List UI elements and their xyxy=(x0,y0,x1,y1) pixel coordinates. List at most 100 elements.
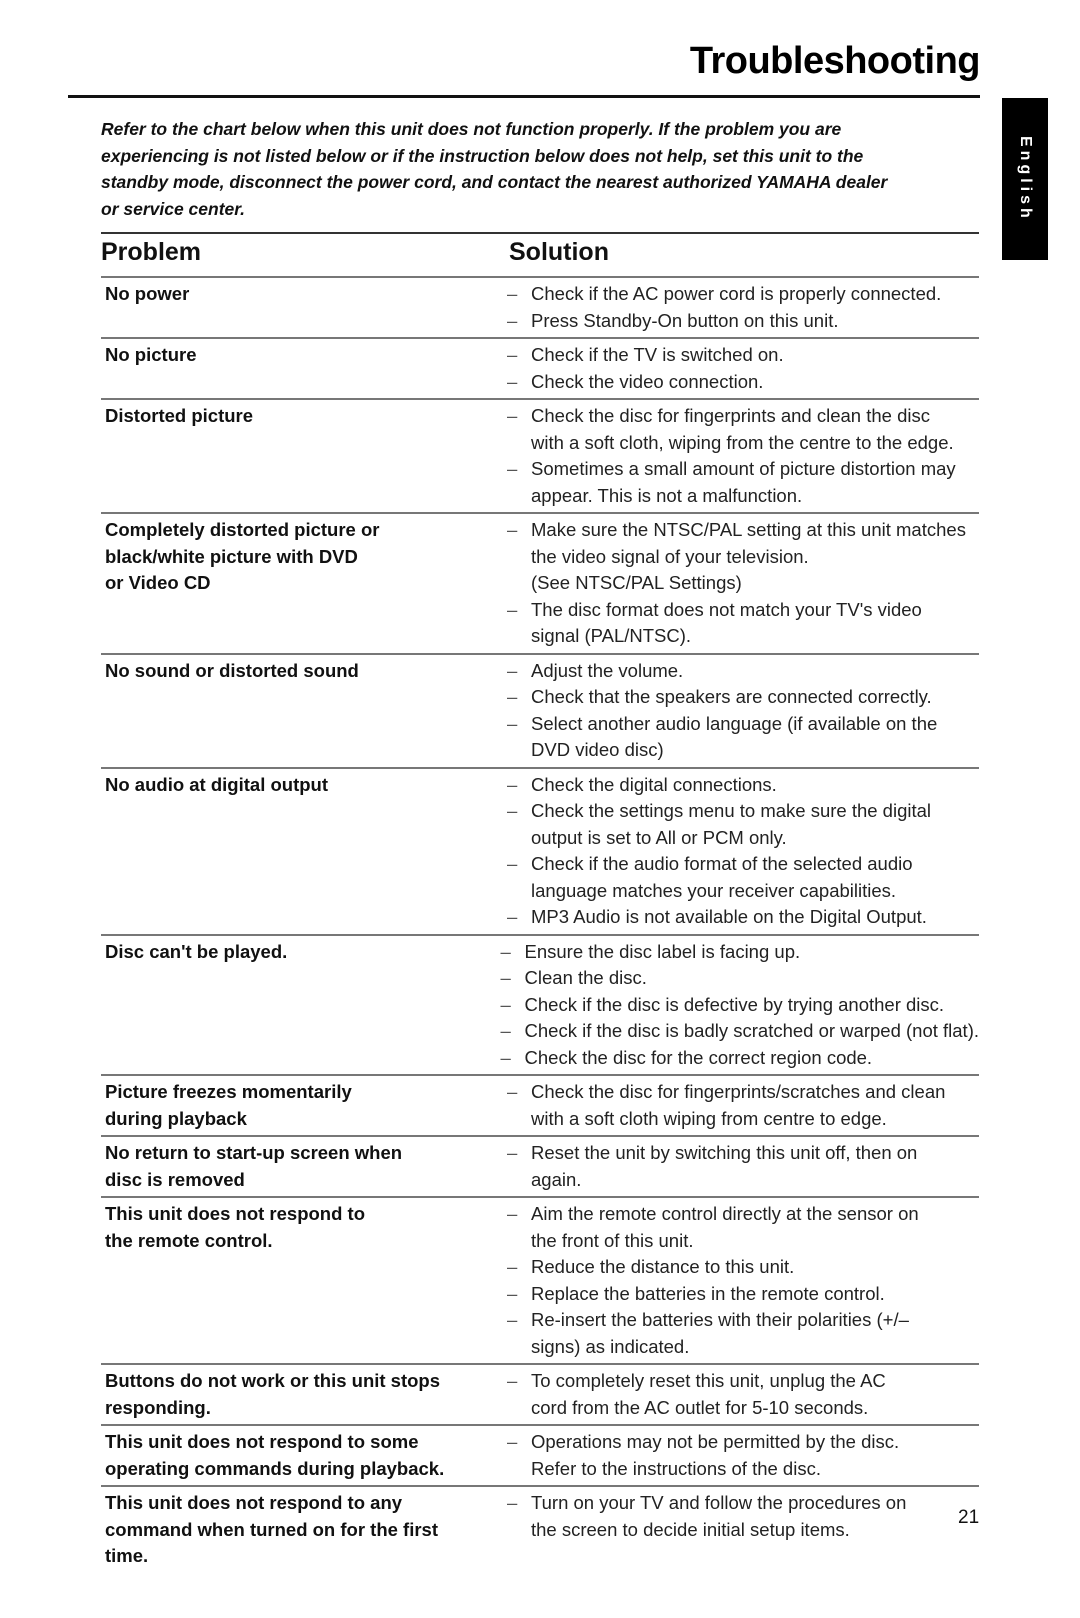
table-row: Buttons do not work or this unit stops re… xyxy=(101,1363,979,1424)
solution-line: Reduce the distance to this unit. xyxy=(531,1256,795,1277)
solution-line: MP3 Audio is not available on the Digita… xyxy=(531,906,927,927)
solution-line: Press Standby-On button on this unit. xyxy=(531,309,839,331)
solution-item: – Check if the audio format of the select… xyxy=(507,851,979,904)
table-row: This unit does not respond to some operat… xyxy=(101,1424,979,1485)
solution-cell: – Check the digital connections. – Check th… xyxy=(497,772,979,931)
problem-text: operating commands during playback. xyxy=(105,1457,445,1479)
solution-text: Re-insert the batteries with their polar… xyxy=(531,1307,979,1360)
table-row: No audio at digital output – Check the dig… xyxy=(101,766,979,934)
solution-item: – Turn on your TV and follow the procedur… xyxy=(507,1490,979,1543)
table-row: No sound or distorted sound – Adjust the v… xyxy=(101,652,979,767)
problem-cell: No sound or distorted sound xyxy=(101,658,497,764)
problem-cell: This unit does not respond to any command… xyxy=(101,1490,497,1570)
solution-item: – Re-insert the batteries with their pola… xyxy=(507,1307,979,1360)
solution-line: Check if the disc is badly scratched or … xyxy=(524,1020,979,1041)
dash-bullet-icon: – xyxy=(507,405,518,426)
solution-line: Check that the speakers are connected co… xyxy=(531,686,932,707)
problem-cell: Buttons do not work or this unit stops re… xyxy=(101,1368,497,1421)
solution-line: Check the video connection. xyxy=(531,370,764,392)
solution-text: Operations may not be permitted by the d… xyxy=(531,1429,979,1482)
solution-text: Check if the disc is defective by trying… xyxy=(525,992,979,1019)
dash-bullet-icon: – xyxy=(507,283,518,304)
problem-cell: Picture freezes momentarily during playba… xyxy=(101,1079,497,1132)
solution-item: – Check the video connection. xyxy=(507,369,979,396)
solution-line: To completely reset this unit, unplug th… xyxy=(531,1370,886,1391)
intro-line: experiencing is not listed below or if t… xyxy=(101,145,864,166)
troubleshooting-table: No power – Check if the AC power cord is p… xyxy=(101,276,979,1573)
solution-line: the video signal of your television. xyxy=(531,545,809,567)
problem-text: Completely distorted picture or xyxy=(105,519,380,540)
solution-line: Refer to the instructions of the disc. xyxy=(531,1457,821,1479)
solution-item: – To completely reset this unit, unplug t… xyxy=(507,1368,979,1421)
solution-text: To completely reset this unit, unplug th… xyxy=(531,1368,979,1421)
solution-line: Operations may not be permitted by the d… xyxy=(531,1431,900,1452)
solution-item: – Check the disc for fingerprints and cle… xyxy=(507,403,979,456)
solution-line: Check the settings menu to make sure the… xyxy=(531,800,932,821)
solution-line: with a soft cloth, wiping from the centr… xyxy=(531,431,954,453)
dash-bullet-icon: – xyxy=(507,1370,518,1391)
problem-text: This unit does not respond to any xyxy=(105,1492,403,1513)
solution-item: – The disc format does not match your TV'… xyxy=(507,597,979,650)
problem-text: No power xyxy=(105,283,190,304)
intro-line: or service center. xyxy=(101,198,245,219)
solution-text: Replace the batteries in the remote cont… xyxy=(531,1281,979,1308)
solution-item: – Press Standby-On button on this unit. xyxy=(507,308,979,335)
table-row: This unit does not respond to the remote … xyxy=(101,1196,979,1363)
problem-text: No audio at digital output xyxy=(105,773,328,795)
dash-bullet-icon: – xyxy=(507,686,518,707)
solution-line: Check if the TV is switched on. xyxy=(531,344,784,365)
intro-line: Refer to the chart below when this unit … xyxy=(101,119,842,139)
problem-text: No return to start-up screen when xyxy=(105,1142,403,1163)
problem-cell: No audio at digital output xyxy=(101,772,497,931)
problem-text: No picture xyxy=(105,344,197,365)
problem-text: No sound or distorted sound xyxy=(105,659,359,681)
solution-cell: – Check the disc for fingerprints and cle… xyxy=(497,403,979,509)
solution-line: Clean the disc. xyxy=(524,967,647,988)
solution-line: Re-insert the batteries with their polar… xyxy=(531,1309,909,1330)
solution-text: Select another audio language (if availa… xyxy=(531,711,979,764)
solution-line: The disc format does not match your TV's… xyxy=(531,598,922,620)
dash-bullet-icon: – xyxy=(507,598,518,620)
solution-item: – Check the disc for fingerprints/scratch… xyxy=(507,1079,979,1132)
problem-text: disc is removed xyxy=(105,1168,245,1190)
solution-item: – Check the digital connections. xyxy=(507,772,979,799)
dash-bullet-icon: – xyxy=(500,993,511,1015)
solution-text: Sometimes a small amount of picture dist… xyxy=(531,456,979,509)
solution-line: Reset the unit by switching this unit of… xyxy=(531,1142,918,1163)
dash-bullet-icon: – xyxy=(507,773,518,795)
problem-cell: No return to start-up screen when disc is… xyxy=(101,1140,497,1193)
dash-bullet-icon: – xyxy=(507,1081,518,1102)
problem-text: This unit does not respond to some xyxy=(105,1431,419,1452)
solution-line: again. xyxy=(531,1168,582,1190)
solution-text: Adjust the volume. xyxy=(531,658,979,685)
solution-line: Check the disc for the correct region co… xyxy=(524,1046,873,1068)
solution-line: Turn on your TV and follow the procedure… xyxy=(531,1492,907,1513)
solution-line: Check if the audio format of the selecte… xyxy=(531,853,913,874)
solution-line: Check if the AC power cord is properly c… xyxy=(531,283,942,304)
solution-item: – Clean the disc. xyxy=(501,965,979,992)
solution-text: Check the settings menu to make sure the… xyxy=(531,798,979,851)
dash-bullet-icon: – xyxy=(507,800,518,821)
dash-bullet-icon: – xyxy=(507,1492,518,1513)
solution-cell: – To completely reset this unit, unplug t… xyxy=(497,1368,979,1421)
solution-item: – Check if the AC power cord is properly … xyxy=(507,281,979,308)
problem-cell: No picture xyxy=(101,342,497,395)
dash-bullet-icon: – xyxy=(507,906,518,927)
dash-bullet-icon: – xyxy=(500,940,511,962)
solution-line: output is set to All or PCM only. xyxy=(531,826,787,848)
solution-text: Check the disc for fingerprints/scratche… xyxy=(531,1079,979,1132)
solution-line: appear. This is not a malfunction. xyxy=(531,484,803,506)
table-row: No picture – Check if the TV is switched o… xyxy=(101,337,979,398)
dash-bullet-icon: – xyxy=(507,519,518,540)
dash-bullet-icon: – xyxy=(500,967,511,988)
solution-line: the front of this unit. xyxy=(531,1229,694,1251)
solution-text: Check if the AC power cord is properly c… xyxy=(531,281,979,308)
solution-item: – Adjust the volume. xyxy=(507,658,979,685)
solution-line: Replace the batteries in the remote cont… xyxy=(531,1282,885,1304)
solution-cell: – Make sure the NTSC/PAL setting at this … xyxy=(497,517,979,650)
dash-bullet-icon: – xyxy=(507,1142,518,1163)
column-header-solution: Solution xyxy=(509,238,609,266)
solution-text: Turn on your TV and follow the procedure… xyxy=(531,1490,979,1543)
solution-text: Reset the unit by switching this unit of… xyxy=(531,1140,979,1193)
solution-item: – Ensure the disc label is facing up. xyxy=(501,939,979,966)
